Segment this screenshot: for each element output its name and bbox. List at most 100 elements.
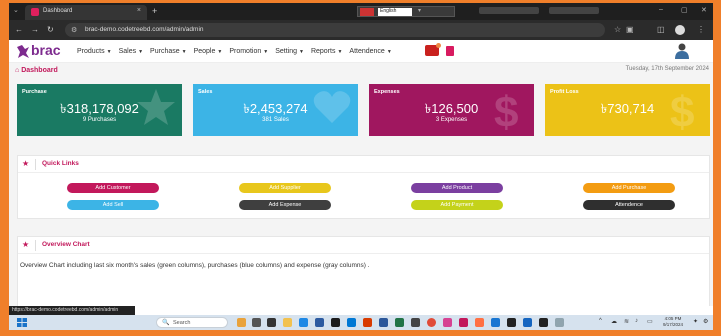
profile-icon[interactable] [675,25,685,35]
menu-products[interactable]: Products ▼ [77,48,112,55]
star-icon: ★ [22,240,30,249]
clock-date: 9/17/2024 [663,322,684,327]
volume-icon[interactable]: ♪ [635,318,638,324]
app-icon[interactable] [523,318,532,327]
caret-down-icon: ▼ [106,49,112,55]
app-icon[interactable] [539,318,548,327]
caret-down-icon: ▼ [217,49,223,55]
language-selector[interactable]: English ▾ [357,6,455,17]
divider [35,159,36,170]
extensions-icon[interactable]: ▣ [626,25,634,34]
app-icon[interactable] [507,318,516,327]
word-icon[interactable] [379,318,388,327]
app-icon[interactable] [347,318,356,327]
add-expense-button[interactable]: Add Expense [239,200,331,210]
url-field[interactable]: ⚙ brac-demo.codetreebd.com/admin/admin [65,23,605,37]
url-text: brac-demo.codetreebd.com/admin/admin [85,26,204,33]
panel-header: ★ Overview Chart [18,237,709,254]
battery-icon[interactable]: ▭ [647,318,653,325]
attendence-button[interactable]: Attendence [583,200,675,210]
card-count: 381 Sales [262,117,289,123]
chevron-up-icon[interactable]: ^ [599,318,602,324]
app-icon[interactable] [443,318,452,327]
status-bar-url: https://brac-demo.codetreebd.com/admin/a… [9,306,135,315]
edge-icon[interactable] [299,318,308,327]
add-sell-button[interactable]: Add Sell [67,200,159,210]
store-icon[interactable] [315,318,324,327]
sidebar-icon[interactable]: ◫ [657,25,665,34]
site-info-icon[interactable]: ⚙ [71,26,77,34]
reload-icon[interactable]: ↻ [47,25,54,34]
windows-start-icon[interactable] [17,318,27,327]
caret-down-icon: ▼ [386,49,392,55]
expense-card[interactable]: Expenses $ ৳126,500 3 Expenses [369,84,534,136]
tab-close-icon[interactable]: × [137,7,141,14]
app-icon[interactable] [555,318,564,327]
tab-menu-icon[interactable]: ⌄ [13,6,19,14]
notifications-icon[interactable]: ✦ [693,318,698,325]
panel-title: Quick Links [42,160,79,167]
menu-label: People [193,48,216,55]
menu-attendence[interactable]: Attendence ▼ [349,48,391,55]
toolbar-placeholder [479,7,539,14]
wifi-icon[interactable]: ≋ [624,318,629,325]
add-product-button[interactable]: Add Product [411,183,503,193]
app-icon[interactable] [475,318,484,327]
calculator-icon[interactable] [446,46,454,56]
add-customer-button[interactable]: Add Customer [67,183,159,193]
clock-time: 4:05 PM [664,316,682,321]
page-title: ⌂ Dashboard [15,67,58,74]
card-count: 9 Purchases [82,117,117,123]
profit-loss-card[interactable]: Profit Loss $ ৳730,714 [545,84,710,136]
new-tab-button[interactable]: + [152,6,157,16]
app-icon[interactable] [331,318,340,327]
app-navbar: brac Products ▼ Sales ▼ Purchase ▼ People ▼ … [9,40,713,63]
minimize-icon[interactable]: – [659,6,663,13]
card-label: Purchase [22,89,47,95]
bookmark-star-icon[interactable]: ☆ [614,25,621,34]
add-purchase-button[interactable]: Add Purchase [583,183,675,193]
taskbar-search[interactable]: 🔍 Search [156,317,228,328]
menu-label: Sales [118,48,137,55]
add-payment-button[interactable]: Add Payment [411,200,503,210]
user-avatar-icon[interactable] [675,43,689,59]
chrome-icon[interactable] [427,318,436,327]
menu-promotion[interactable]: Promotion ▼ [229,48,268,55]
back-icon[interactable]: ← [15,25,23,34]
caret-down-icon: ▼ [181,49,187,55]
menu-setting[interactable]: Setting ▼ [275,48,304,55]
menu-reports[interactable]: Reports ▼ [311,48,342,55]
tray-icon[interactable]: ☁ [611,318,617,325]
app-icon[interactable] [459,318,468,327]
flag-icon [360,8,374,16]
taskbar-clock[interactable]: 4:05 PM 9/17/2024 [663,316,683,328]
browser-tab[interactable]: Dashboard × [25,5,147,20]
pos-icon[interactable] [425,43,441,56]
address-bar-row: ← → ↻ ⚙ brac-demo.codetreebd.com/admin/a… [9,20,713,40]
menu-purchase[interactable]: Purchase ▼ [150,48,187,55]
app-icon[interactable] [411,318,420,327]
card-label: Expenses [374,89,400,95]
menu-label: Purchase [150,48,180,55]
language-value: English [378,8,412,16]
menu-label: Attendence [349,48,385,55]
excel-icon[interactable] [395,318,404,327]
sales-card[interactable]: Sales ৳2,453,274 381 Sales [193,84,358,136]
purchase-card[interactable]: Purchase ৳318,178,092 9 Purchases [17,84,182,136]
menu-sales[interactable]: Sales ▼ [119,48,143,55]
caret-down-icon: ▼ [337,49,343,55]
widgets-icon[interactable] [237,318,246,327]
window-close-icon[interactable]: ✕ [701,6,707,14]
menu-people[interactable]: People ▼ [194,48,223,55]
app-icon[interactable] [491,318,500,327]
task-view-icon[interactable] [252,318,261,327]
file-explorer-icon[interactable] [283,318,292,327]
gear-icon[interactable]: ⚙ [703,318,708,325]
search-placeholder: Search [173,320,191,326]
add-supplier-button[interactable]: Add Supplier [239,183,331,193]
app-icon[interactable] [363,318,372,327]
browser-menu-icon[interactable]: ⋮ [697,25,705,34]
maximize-icon[interactable]: ▢ [681,6,688,14]
app-icon[interactable] [267,318,276,327]
forward-icon[interactable]: → [31,25,39,34]
